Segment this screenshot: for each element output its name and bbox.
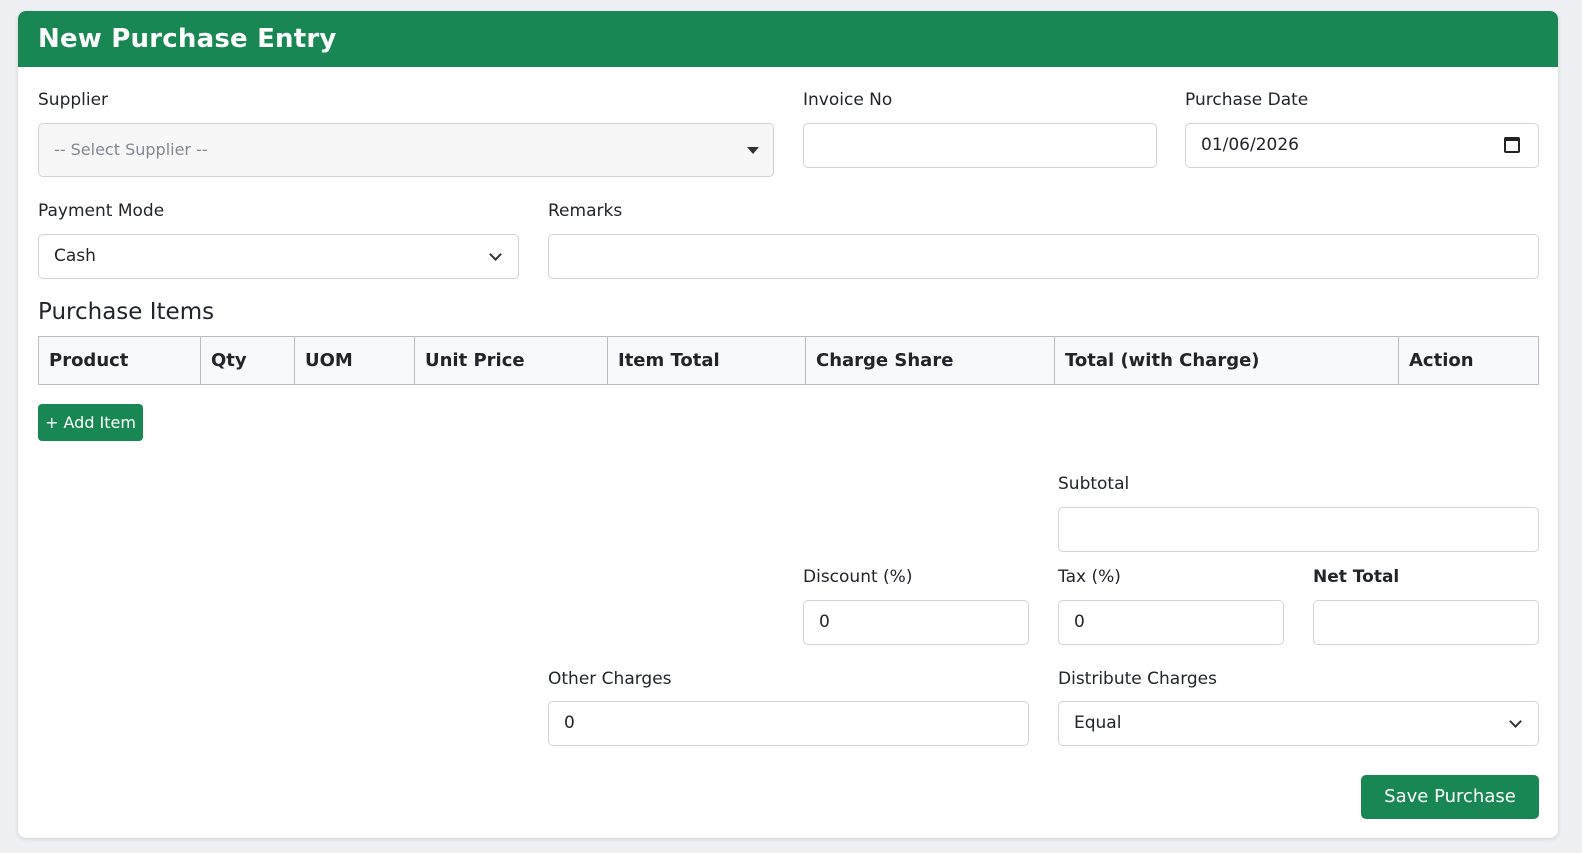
subtotal-input[interactable] [1058,507,1539,552]
calendar-icon[interactable] [1504,137,1520,153]
purchase-date-label: Purchase Date [1185,90,1309,110]
supplier-label: Supplier [38,90,109,110]
purchase-items-table: Product Qty UOM Unit Price Item Total Ch… [38,336,1539,385]
discount-label: Discount (%) [803,567,913,587]
column-header-item-total: Item Total [607,336,806,385]
column-header-product: Product [38,336,201,385]
column-header-charge-share: Charge Share [805,336,1055,385]
supplier-placeholder: -- Select Supplier -- [54,140,208,159]
column-header-unit-price: Unit Price [414,336,608,385]
other-charges-input[interactable]: 0 [548,701,1029,746]
purchase-entry-card: New Purchase Entry Supplier -- Select Su… [18,11,1558,838]
supplier-select[interactable]: -- Select Supplier -- [38,123,774,177]
invoice-no-label: Invoice No [803,90,893,110]
chevron-down-icon [489,248,502,261]
column-header-qty: Qty [200,336,295,385]
remarks-label: Remarks [548,201,623,221]
table-header-row: Product Qty UOM Unit Price Item Total Ch… [38,336,1539,385]
purchase-date-value: 01/06/2026 [1201,135,1299,155]
invoice-no-input[interactable] [803,123,1157,168]
page-title: New Purchase Entry [18,11,1558,67]
other-charges-label: Other Charges [548,669,672,689]
column-header-uom: UOM [294,336,415,385]
chevron-down-icon [1509,715,1522,728]
column-header-action: Action [1398,336,1539,385]
column-header-total-with-charge: Total (with Charge) [1054,336,1399,385]
distribute-charges-value: Equal [1074,713,1122,733]
distribute-charges-select[interactable]: Equal [1058,701,1539,746]
payment-mode-value: Cash [54,246,96,266]
subtotal-label: Subtotal [1058,474,1130,494]
remarks-input[interactable] [548,234,1539,279]
tax-input[interactable]: 0 [1058,600,1284,645]
payment-mode-label: Payment Mode [38,201,165,221]
payment-mode-select[interactable]: Cash [38,234,519,279]
tax-label: Tax (%) [1058,567,1121,587]
purchase-date-input[interactable]: 01/06/2026 [1185,123,1539,168]
purchase-items-title: Purchase Items [38,299,215,325]
discount-input[interactable]: 0 [803,600,1029,645]
net-total-input[interactable] [1313,600,1539,645]
caret-down-icon [747,147,759,154]
add-item-button[interactable]: + Add Item [38,404,143,441]
distribute-charges-label: Distribute Charges [1058,669,1218,689]
net-total-label: Net Total [1313,567,1400,587]
save-purchase-button[interactable]: Save Purchase [1361,775,1539,819]
